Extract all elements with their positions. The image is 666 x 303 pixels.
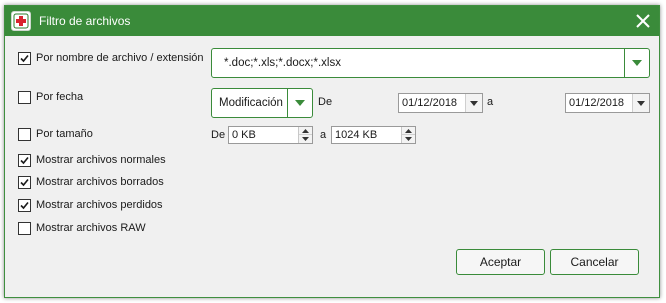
date-to-value[interactable]: 01/12/2018 — [569, 94, 624, 112]
date-to-picker[interactable]: 01/12/2018 — [565, 93, 650, 113]
date-from-picker[interactable]: 01/12/2018 — [398, 93, 483, 113]
by-size-checkbox[interactable] — [18, 127, 31, 141]
show-deleted-option[interactable]: Mostrar archivos borrados — [18, 174, 164, 190]
date-from-value[interactable]: 01/12/2018 — [402, 94, 457, 112]
date-mode-value: Modificación — [219, 97, 283, 109]
size-to-spinner[interactable]: 1024 KB — [331, 126, 416, 144]
filter-by-name[interactable]: Por nombre de archivo / extensión — [18, 50, 204, 66]
extension-pattern-value[interactable]: *.doc;*.xls;*.docx;*.xlsx — [224, 49, 341, 77]
show-normal-option[interactable]: Mostrar archivos normales — [18, 152, 166, 168]
size-to-value[interactable]: 1024 KB — [335, 127, 377, 143]
show-normal-checkbox[interactable] — [18, 153, 31, 167]
show-deleted-checkbox[interactable] — [18, 175, 31, 189]
show-raw-checkbox[interactable] — [18, 221, 31, 235]
show-lost-option[interactable]: Mostrar archivos perdidos — [18, 197, 163, 213]
window-title: Filtro de archivos — [39, 14, 131, 28]
close-icon[interactable] — [633, 11, 653, 31]
extension-pattern-combobox[interactable]: *.doc;*.xls;*.docx;*.xlsx — [211, 48, 650, 78]
size-to-spin-buttons — [401, 127, 415, 143]
show-raw-label: Mostrar archivos RAW — [36, 222, 146, 234]
date-to-label: a — [487, 96, 494, 108]
by-name-checkbox[interactable] — [18, 51, 31, 65]
show-lost-checkbox[interactable] — [18, 198, 31, 212]
show-normal-label: Mostrar archivos normales — [36, 154, 166, 166]
show-lost-label: Mostrar archivos perdidos — [36, 199, 163, 211]
check-icon — [20, 201, 29, 209]
dialog-content: Por nombre de archivo / extensión *.doc;… — [5, 36, 659, 297]
by-date-label: Por fecha — [36, 91, 84, 103]
by-size-label: Por tamaño — [36, 128, 93, 140]
show-deleted-label: Mostrar archivos borrados — [36, 176, 164, 188]
size-from-spin-buttons — [298, 127, 312, 143]
by-name-label: Por nombre de archivo / extensión — [36, 52, 204, 64]
red-cross-icon — [11, 11, 31, 31]
chevron-down-icon[interactable] — [287, 89, 312, 117]
check-icon — [20, 156, 29, 164]
size-from-label: De — [211, 129, 226, 141]
check-icon — [20, 178, 29, 186]
check-icon — [20, 54, 29, 62]
spin-down-icon[interactable] — [402, 134, 415, 143]
size-from-spinner[interactable]: 0 KB — [228, 126, 313, 144]
filter-by-date[interactable]: Por fecha — [18, 89, 83, 105]
filter-by-size[interactable]: Por tamaño — [18, 126, 93, 142]
calendar-dropdown-icon[interactable] — [465, 94, 482, 112]
cancel-button[interactable]: Cancelar — [550, 249, 639, 275]
show-raw-option[interactable]: Mostrar archivos RAW — [18, 220, 146, 236]
spin-down-icon[interactable] — [299, 134, 312, 143]
filter-dialog: Filtro de archivos Por nombre de archivo… — [4, 5, 660, 298]
date-mode-select[interactable]: Modificación — [211, 88, 313, 118]
size-to-label: a — [320, 129, 327, 141]
accept-button[interactable]: Aceptar — [456, 249, 545, 275]
date-from-label: De — [318, 96, 333, 108]
size-from-value[interactable]: 0 KB — [232, 127, 256, 143]
chevron-down-icon[interactable] — [624, 49, 649, 77]
by-date-checkbox[interactable] — [18, 90, 31, 104]
calendar-dropdown-icon[interactable] — [632, 94, 649, 112]
title-bar[interactable]: Filtro de archivos — [5, 6, 659, 36]
